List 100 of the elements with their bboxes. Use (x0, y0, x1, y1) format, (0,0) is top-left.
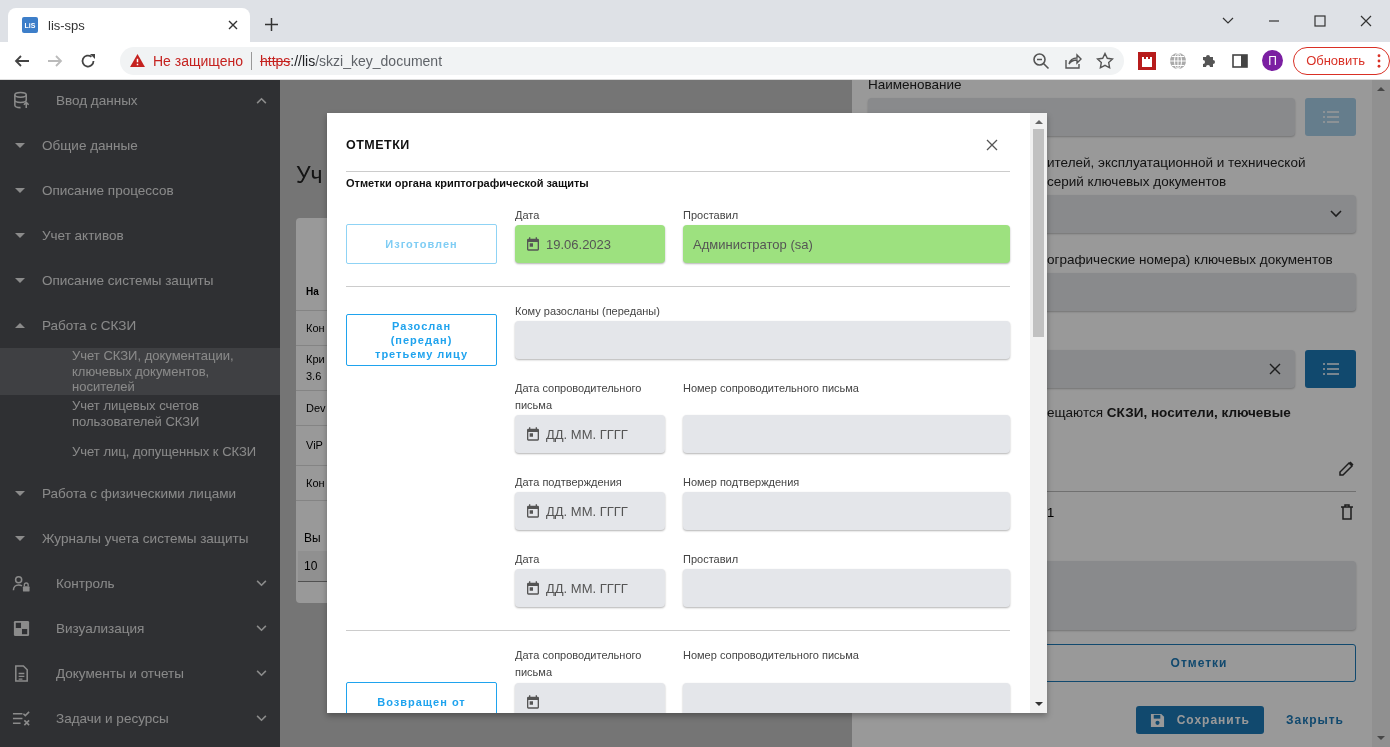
share-icon[interactable] (1064, 51, 1083, 70)
menu-label: Задачи и ресурсы (56, 710, 170, 726)
calendar-icon (525, 236, 541, 252)
field-label: Дата (515, 208, 541, 223)
close-button[interactable]: Закрыть (1285, 713, 1344, 727)
submenu-label: Описание системы защиты (42, 273, 214, 288)
submenu-item[interactable]: Журналы учета системы защиты (0, 515, 280, 561)
star-icon[interactable] (1096, 51, 1115, 70)
task-list-icon (12, 708, 31, 728)
side-panel-icon[interactable] (1231, 51, 1250, 70)
submenu-item[interactable]: Работа с физическими лицами (0, 470, 280, 516)
menu-item[interactable]: Визуализация (0, 605, 280, 651)
maximize-icon[interactable] (1314, 15, 1326, 27)
menu-item[interactable]: Документы и отчеты (0, 650, 280, 696)
submenu-item[interactable]: Работа с СКЗИ (0, 303, 280, 348)
scrollbar[interactable] (1030, 113, 1047, 713)
field-label: Дата сопроводительного письма (515, 648, 643, 680)
submenu-label: Работа с физическими лицами (42, 485, 236, 501)
field-label: Проставил (683, 208, 740, 223)
address-bar[interactable]: Не защищено https://lis/skzi_key_document (119, 46, 1125, 75)
chevron-down-icon (1330, 210, 1342, 218)
reload-icon[interactable] (79, 52, 96, 69)
field-label: Номер сопроводительного письма (683, 648, 860, 663)
submenu-label: Журналы учета системы защиты (42, 530, 249, 546)
submenu-item[interactable]: Описание системы защиты (0, 258, 280, 303)
submenu-label: Учет активов (42, 228, 124, 243)
submenu-label: Работа с СКЗИ (42, 318, 137, 333)
submenu-item[interactable]: Общие данные (0, 123, 280, 168)
field-value: Администратор (sa) (693, 236, 813, 252)
field-label: ографические номера) ключевых документов (1046, 251, 1334, 269)
pencil-icon[interactable] (1338, 459, 1356, 477)
field-label: Кому разосланы (переданы) (515, 304, 661, 319)
scroll-up-icon[interactable] (1034, 119, 1043, 124)
nav-link[interactable]: Учет лиц, допущенных к СКЗИ (0, 432, 280, 471)
field-label: Наименование (868, 76, 963, 94)
scrollbar[interactable] (1372, 80, 1390, 747)
field-label: Дата (515, 552, 541, 567)
warning-icon (129, 54, 145, 67)
page-size-label: Вы (304, 531, 321, 545)
input-field[interactable] (683, 415, 1010, 453)
new-tab-icon[interactable] (265, 18, 278, 31)
user-lock-icon (12, 573, 31, 593)
input-field[interactable] (515, 321, 1010, 359)
field-label: Номер подтверждения (683, 475, 801, 490)
menu-label: Контроль (56, 575, 116, 591)
clear-icon[interactable] (1269, 363, 1281, 375)
field-label: Номер сопроводительного письма (683, 381, 860, 396)
date-field[interactable] (515, 683, 665, 713)
globe-icon[interactable] (1169, 51, 1188, 70)
scrollbar-thumb[interactable] (1033, 129, 1044, 337)
field-label: Проставил (683, 552, 740, 567)
page-heading: Уч (296, 162, 323, 189)
menu-label: Ввод данных (56, 93, 139, 108)
list-icon (1321, 362, 1340, 376)
submenu-label: Общие данные (42, 138, 138, 153)
field-placeholder: ДД. ММ. ГГГГ (546, 503, 628, 519)
forward-icon[interactable] (47, 52, 63, 69)
field-placeholder: ДД. ММ. ГГГГ (546, 580, 628, 596)
submenu-item[interactable]: Учет активов (0, 213, 280, 258)
calendar-icon (525, 426, 541, 442)
menu-item[interactable]: Задачи и ресурсы (0, 695, 280, 741)
list-button[interactable] (1305, 350, 1356, 388)
status-button[interactable]: Возвращен от (346, 682, 497, 713)
close-icon[interactable] (228, 20, 238, 30)
zoom-out-icon[interactable] (1032, 51, 1051, 70)
list-icon (1321, 110, 1340, 124)
input-field[interactable] (683, 492, 1010, 530)
nav-link[interactable]: Учет СКЗИ, документации, ключевых документов, носителей (0, 348, 280, 395)
update-button[interactable]: Обновить (1293, 46, 1390, 75)
security-status[interactable]: Не защищено (152, 52, 243, 69)
input-field[interactable] (683, 569, 1010, 607)
save-button[interactable]: Сохранить (1135, 706, 1264, 734)
date-field[interactable]: ДД. ММ. ГГГГ (515, 492, 665, 530)
save-icon (1149, 712, 1165, 728)
document-icon (12, 663, 31, 683)
close-icon[interactable] (986, 139, 998, 151)
kebab-menu-icon[interactable] (1377, 53, 1381, 68)
scroll-up-icon[interactable] (1377, 86, 1385, 91)
close-icon[interactable] (1360, 15, 1372, 27)
calendar-icon (525, 503, 541, 519)
scroll-down-icon[interactable] (1034, 702, 1043, 707)
menu-label: Документы и отчеты (56, 665, 185, 681)
input-field[interactable] (683, 683, 1010, 713)
calendar-icon (525, 580, 541, 596)
list-item-text: 1 (1046, 504, 1055, 520)
castle-icon[interactable] (1138, 51, 1157, 70)
menu-item[interactable]: Контроль (0, 560, 280, 606)
nav-link[interactable]: Учет лицевых счетов пользователей СКЗИ (0, 394, 280, 433)
profile-avatar[interactable]: П (1262, 50, 1284, 71)
submenu-item[interactable]: Описание процессов (0, 168, 280, 213)
date-field[interactable]: ДД. ММ. ГГГГ (515, 569, 665, 607)
status-button[interactable]: Разослан (передан) третьему лицу (346, 314, 497, 366)
tab-title: lis-sps (48, 17, 86, 33)
menu-item[interactable]: Ввод данных (0, 78, 280, 123)
date-field[interactable]: ДД. ММ. ГГГГ (515, 415, 665, 453)
dialog-title: ОТМЕТКИ (346, 137, 410, 153)
trash-icon[interactable] (1338, 503, 1356, 521)
field-label: ителей, эксплуатационной и технической серий ключевых документов (1046, 154, 1307, 191)
field-value: 19.06.2023 (546, 236, 612, 252)
dashboard-icon (12, 618, 31, 638)
